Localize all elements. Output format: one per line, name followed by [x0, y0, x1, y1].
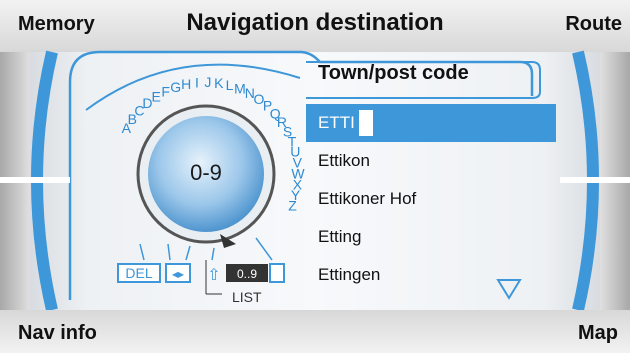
text-cursor	[358, 110, 373, 136]
list-item[interactable]: Etting	[306, 218, 556, 256]
nav-info-button[interactable]: Nav info	[18, 322, 97, 345]
bottom-bar: Nav info Map	[0, 310, 630, 353]
list-item[interactable]: Ettikon	[306, 142, 556, 180]
speller-letter[interactable]: E	[152, 89, 161, 105]
list-item-label: ETTI	[318, 113, 355, 132]
list-item[interactable]: ETTI	[306, 104, 556, 142]
list-label[interactable]: LIST	[232, 289, 262, 305]
list-item-label: Ettingen	[318, 265, 381, 284]
list-item-label: Ettikon	[318, 151, 370, 170]
scroll-down-icon[interactable]	[496, 278, 522, 300]
speller-letter[interactable]: G	[170, 79, 181, 95]
wheel-center-label: 0-9	[190, 160, 222, 185]
speller-letter[interactable]: F	[161, 83, 170, 99]
shift-icon[interactable]: ⇧	[207, 267, 220, 284]
space-key[interactable]	[269, 263, 285, 283]
speller-letter[interactable]: K	[214, 75, 224, 91]
field-title: Town/post code	[318, 62, 469, 84]
list-item-label: Etting	[318, 227, 362, 246]
results-list[interactable]: ETTI Ettikon Ettikoner Hof Etting Etting…	[306, 104, 556, 294]
speller-letter[interactable]: Z	[288, 198, 297, 214]
cursor-arrows-icon: ◂▸	[172, 267, 184, 281]
numbers-key-label: 0..9	[237, 267, 257, 281]
map-button[interactable]: Map	[578, 322, 618, 345]
list-item-label: Ettikoner Hof	[318, 189, 417, 208]
speller-letter[interactable]: H	[181, 76, 191, 92]
speller-letter[interactable]: J	[204, 74, 211, 90]
list-item[interactable]: Ettikoner Hof	[306, 180, 556, 218]
del-key-label: DEL	[125, 265, 152, 281]
speller-letter[interactable]: L	[226, 77, 234, 93]
speller-letter[interactable]: I	[195, 74, 199, 90]
